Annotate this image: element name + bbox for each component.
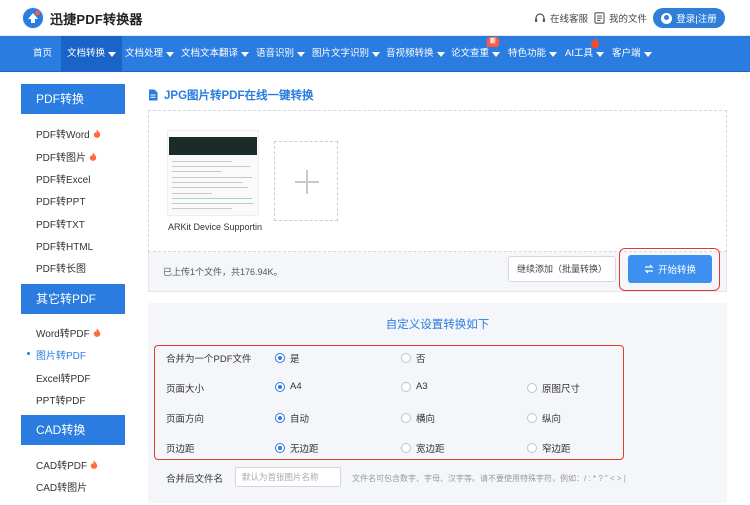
nav-speech-recognition[interactable]: 语音识别 xyxy=(256,36,306,72)
sidebar-section-cad-convert[interactable]: CAD转换 xyxy=(21,415,125,445)
main-nav: 首页 文档转换 文档处理 文档文本翻译 语音识别 图片文字识别 音视频转换 论文… xyxy=(0,36,750,72)
logo-icon xyxy=(22,7,44,29)
fire-icon xyxy=(90,460,98,469)
new-badge: 新 xyxy=(487,37,499,47)
sidebar-item-cad-to-pdf[interactable]: CAD转PDF xyxy=(36,457,98,472)
nav-client[interactable]: 客户端 xyxy=(612,36,652,72)
fire-icon xyxy=(591,37,599,48)
file-name: ARKit Device Supportin... xyxy=(168,222,263,232)
customer-service-link[interactable]: 在线客服 xyxy=(534,11,588,25)
margin-none-radio[interactable]: 无边距 xyxy=(275,441,319,455)
top-header: 迅捷PDF转换器 在线客服 我的文件 登录|注册 xyxy=(0,0,750,36)
sidebar-item-pdf-to-image[interactable]: PDF转图片 xyxy=(36,149,97,164)
margin-label: 页边距 xyxy=(166,444,195,455)
page-size-label: 页面大小 xyxy=(166,384,205,395)
my-files-link[interactable]: 我的文件 xyxy=(594,11,647,25)
chevron-down-icon xyxy=(108,51,117,57)
radio-icon xyxy=(275,353,285,363)
radio-icon xyxy=(401,413,411,423)
radio-icon xyxy=(275,413,285,423)
merge-pdf-label: 合并为一个PDF文件 xyxy=(166,354,252,365)
margin-wide-radio[interactable]: 宽边距 xyxy=(401,441,445,455)
chevron-down-icon xyxy=(492,51,501,57)
sidebar-item-pdf-to-html[interactable]: PDF转HTML xyxy=(36,238,93,253)
fire-icon xyxy=(93,129,100,138)
swap-icon xyxy=(644,264,654,274)
page-title-row: JPG图片转PDF在线一键转换 xyxy=(148,87,314,103)
logo-text: 迅捷PDF转换器 xyxy=(50,11,143,27)
upload-status-text: 已上传1个文件，共176.94K。 xyxy=(163,267,283,277)
merge-no-radio[interactable]: 否 xyxy=(401,351,426,365)
radio-icon xyxy=(527,443,537,453)
my-files-label: 我的文件 xyxy=(609,14,648,25)
sidebar-item-ppt-to-pdf[interactable]: PPT转PDF xyxy=(36,392,85,407)
chevron-down-icon xyxy=(297,51,306,57)
chevron-down-icon xyxy=(436,51,445,57)
sidebar-item-pdf-to-txt[interactable]: PDF转TXT xyxy=(36,216,85,231)
radio-icon xyxy=(401,443,411,453)
orientation-landscape-radio[interactable]: 横向 xyxy=(401,411,435,425)
sidebar-item-pdf-to-long-image[interactable]: PDF转长图 xyxy=(36,260,86,275)
merged-filename-label: 合并后文件名 xyxy=(166,474,224,485)
chevron-down-icon xyxy=(595,51,604,57)
sidebar-section-other-to-pdf[interactable]: 其它转PDF xyxy=(21,284,125,314)
sidebar-item-word-to-pdf[interactable]: Word转PDF xyxy=(36,325,101,340)
radio-icon xyxy=(527,413,537,423)
chevron-down-icon xyxy=(643,51,652,57)
orientation-portrait-radio[interactable]: 纵向 xyxy=(527,411,561,425)
add-file-button[interactable] xyxy=(274,141,338,221)
file-thumbnail[interactable] xyxy=(167,130,259,216)
user-avatar-icon xyxy=(661,12,673,24)
settings-title: 自定义设置转换如下 xyxy=(385,319,490,331)
size-a3-radio[interactable]: A3 xyxy=(401,381,428,392)
size-original-radio[interactable]: 原图尺寸 xyxy=(527,381,580,395)
sidebar-item-pdf-to-ppt[interactable]: PDF转PPT xyxy=(36,193,85,208)
fire-icon xyxy=(93,328,100,337)
radio-icon xyxy=(527,383,537,393)
radio-icon xyxy=(401,353,411,363)
nav-home[interactable]: 首页 xyxy=(33,36,52,72)
filename-hint: 文件名可包含数字、字母、汉字等。请不要使用特殊字符，例如：/ : * ? " <… xyxy=(352,474,626,483)
page-orientation-label: 页面方向 xyxy=(166,414,205,425)
logo[interactable]: 迅捷PDF转换器 xyxy=(22,7,143,29)
chevron-down-icon xyxy=(372,51,381,57)
login-register-button[interactable]: 登录|注册 xyxy=(653,8,725,28)
size-a4-radio[interactable]: A4 xyxy=(275,381,302,392)
start-convert-button[interactable]: 开始转换 xyxy=(628,255,712,283)
sidebar-item-excel-to-pdf[interactable]: Excel转PDF xyxy=(36,370,90,385)
nav-document-convert[interactable]: 文档转换 xyxy=(61,36,123,72)
sidebar-item-pdf-to-excel[interactable]: PDF转Excel xyxy=(36,171,90,186)
sidebar-item-image-to-pdf[interactable]: 图片转PDF xyxy=(36,347,86,362)
merged-filename-input[interactable] xyxy=(235,467,341,487)
sidebar-item-cad-to-image[interactable]: CAD转图片 xyxy=(36,479,87,494)
nav-document-process[interactable]: 文档处理 xyxy=(125,36,175,72)
nav-translate[interactable]: 文档文本翻译 xyxy=(181,36,250,72)
document-icon xyxy=(594,12,605,24)
orientation-auto-radio[interactable]: 自动 xyxy=(275,411,309,425)
margin-narrow-radio[interactable]: 窄边距 xyxy=(527,441,571,455)
chevron-down-icon xyxy=(166,51,175,57)
chevron-down-icon xyxy=(549,51,558,57)
headset-icon xyxy=(535,13,545,22)
login-register-label: 登录|注册 xyxy=(676,14,717,25)
current-item-dot xyxy=(27,352,30,355)
radio-icon xyxy=(401,381,411,392)
nav-image-ocr[interactable]: 图片文字识别 xyxy=(312,36,381,72)
sidebar-section-pdf-convert[interactable]: PDF转换 xyxy=(21,84,125,114)
start-convert-label: 开始转换 xyxy=(657,265,696,276)
radio-icon xyxy=(275,443,285,453)
fire-icon xyxy=(89,152,97,161)
batch-add-button[interactable]: 继续添加（批量转换） xyxy=(508,256,616,282)
sidebar-item-pdf-to-word[interactable]: PDF转Word xyxy=(36,126,101,141)
nav-av-convert[interactable]: 音视频转换 xyxy=(386,36,445,72)
customer-service-label: 在线客服 xyxy=(550,14,589,25)
chevron-down-icon xyxy=(241,51,250,57)
file-icon xyxy=(149,89,158,101)
merge-yes-radio[interactable]: 是 xyxy=(275,351,300,365)
page-title: JPG图片转PDF在线一键转换 xyxy=(164,90,314,102)
nav-features[interactable]: 特色功能 xyxy=(508,36,558,72)
radio-icon xyxy=(275,381,285,392)
